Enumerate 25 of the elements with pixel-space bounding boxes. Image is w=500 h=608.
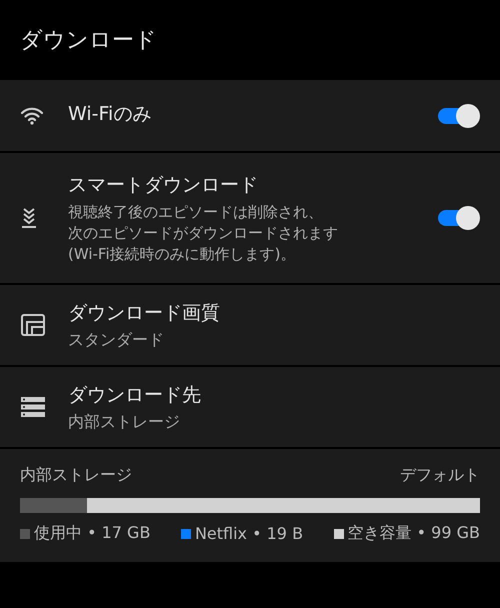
setting-description: (Wi-Fi接続時のみに動作します)。 bbox=[68, 244, 296, 264]
legend-label: Netflix • 19 B bbox=[194, 524, 304, 543]
storage-name: 内部ストレージ bbox=[20, 465, 132, 486]
setting-value: スタンダード bbox=[68, 330, 165, 350]
setting-value: 内部ストレージ bbox=[68, 412, 181, 432]
toggle-switch[interactable] bbox=[438, 206, 482, 230]
storage-tag: デフォルト bbox=[400, 465, 480, 486]
quality-icon bbox=[20, 313, 46, 337]
page-title: ダウンロード bbox=[20, 27, 157, 55]
legend-label: 空き容量 • 99 GB bbox=[348, 523, 480, 544]
settings-row[interactable]: スマートダウンロード 視聴終了後のエピソードは削除され、 次のエピソードがダウンロードされます (Wi-Fi接続時のみに動作します)。 bbox=[0, 153, 500, 283]
settings-row[interactable]: Wi-Fiのみ bbox=[0, 80, 500, 151]
setting-label: ダウンロード画質 bbox=[68, 300, 221, 326]
wifi-icon bbox=[20, 106, 44, 124]
setting-label: Wi-Fiのみ bbox=[68, 102, 152, 126]
setting-label: ダウンロード先 bbox=[68, 382, 202, 408]
storage-icon bbox=[20, 396, 46, 418]
toggle-switch[interactable] bbox=[438, 104, 482, 128]
setting-description: 視聴終了後のエピソードは削除され、 bbox=[68, 202, 324, 222]
settings-row[interactable]: ダウンロード先 内部ストレージ bbox=[0, 367, 500, 447]
setting-label: スマートダウンロード bbox=[68, 172, 259, 198]
legend-label: 使用中 • 17 GB bbox=[34, 523, 150, 544]
settings-row[interactable]: ダウンロード画質 スタンダード bbox=[0, 285, 500, 365]
download-icon bbox=[20, 207, 38, 229]
setting-description: 次のエピソードがダウンロードされます bbox=[68, 222, 339, 244]
